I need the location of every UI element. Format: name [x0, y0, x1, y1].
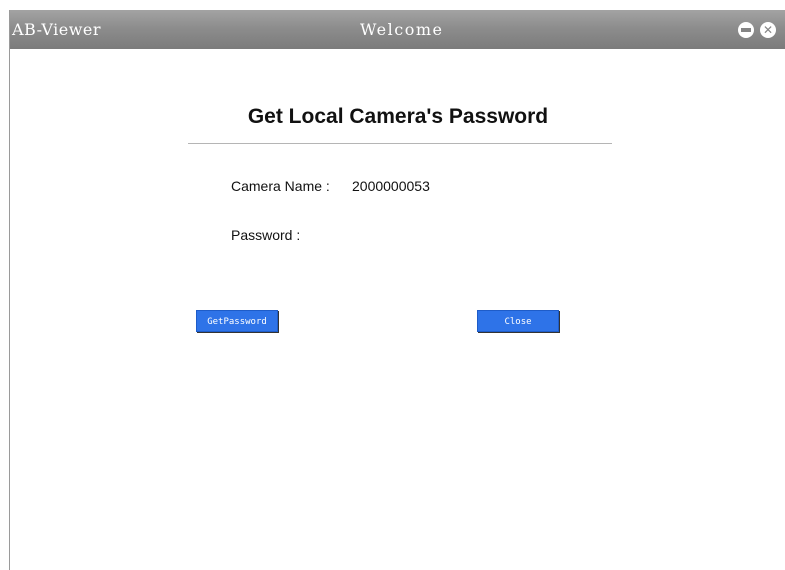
page-title: Get Local Camera's Password	[247, 105, 549, 128]
password-label: Password :	[231, 227, 301, 243]
camera-name-label: Camera Name :	[231, 178, 330, 194]
camera-name-value: 2000000053	[352, 178, 430, 194]
app-name: AB-Viewer	[12, 20, 102, 39]
close-icon[interactable]: ✕	[760, 22, 776, 38]
close-button[interactable]: Close	[477, 310, 559, 332]
minimize-icon[interactable]	[738, 22, 754, 38]
app-window: AB-Viewer Welcome ✕ Get Local Camera's P…	[9, 10, 785, 570]
title-bar[interactable]: AB-Viewer Welcome ✕	[10, 10, 785, 49]
window-title: Welcome	[360, 20, 444, 39]
get-password-button[interactable]: GetPassword	[196, 310, 278, 332]
heading-divider	[188, 143, 612, 144]
minimize-bar	[741, 28, 751, 32]
